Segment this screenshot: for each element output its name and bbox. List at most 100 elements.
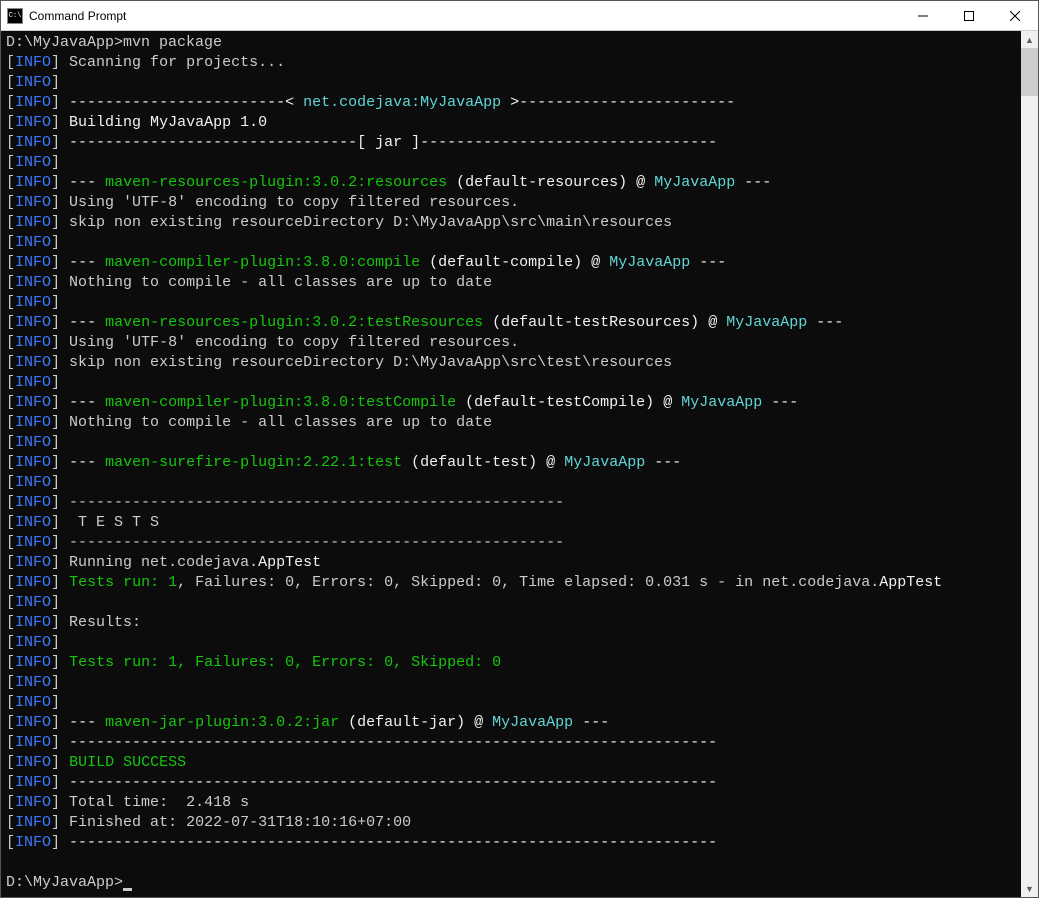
plugin: maven-compiler-plugin:3.8.0:testCompile xyxy=(105,394,456,411)
info-tag: INFO xyxy=(15,94,51,111)
rule: ----------------------------------------… xyxy=(60,834,717,851)
info-tag: INFO xyxy=(15,794,51,811)
info-tag: INFO xyxy=(15,314,51,331)
goal: (default-resources) xyxy=(447,174,627,191)
prompt-path: D:\MyJavaApp> xyxy=(6,34,123,51)
prompt-path: D:\MyJavaApp> xyxy=(6,874,123,891)
window-title: Command Prompt xyxy=(29,9,126,23)
typed-command: mvn package xyxy=(123,34,222,51)
log-line: Scanning for projects... xyxy=(60,54,285,71)
info-tag: INFO xyxy=(15,614,51,631)
info-tag: INFO xyxy=(15,534,51,551)
app-name: MyJavaApp xyxy=(564,454,645,471)
maximize-button[interactable] xyxy=(946,1,992,31)
info-tag: INFO xyxy=(15,294,51,311)
info-tag: INFO xyxy=(15,134,51,151)
info-tag: INFO xyxy=(15,354,51,371)
log-line: Using 'UTF-8' encoding to copy filtered … xyxy=(60,334,519,351)
results-header: Results: xyxy=(60,614,141,631)
rule: ------------------------< xyxy=(60,94,303,111)
info-tag: INFO xyxy=(15,454,51,471)
app-name: MyJavaApp xyxy=(726,314,807,331)
goal: (default-jar) xyxy=(339,714,465,731)
goal: (default-testCompile) xyxy=(456,394,654,411)
goal: (default-testResources) xyxy=(483,314,699,331)
info-tag: INFO xyxy=(15,634,51,651)
log-line: Using 'UTF-8' encoding to copy filtered … xyxy=(60,194,519,211)
info-tag: INFO xyxy=(15,434,51,451)
terminal-output[interactable]: D:\MyJavaApp>mvn package [INFO] Scanning… xyxy=(1,31,1021,897)
test-class: AppTest xyxy=(258,554,321,571)
info-tag: INFO xyxy=(15,54,51,71)
cursor xyxy=(123,888,132,891)
info-tag: INFO xyxy=(15,654,51,671)
log-line: skip non existing resourceDirectory D:\M… xyxy=(60,354,672,371)
build-success: BUILD SUCCESS xyxy=(69,754,186,771)
info-tag: INFO xyxy=(15,814,51,831)
plugin: maven-resources-plugin:3.0.2:testResourc… xyxy=(105,314,483,331)
info-tag: INFO xyxy=(15,414,51,431)
info-tag: INFO xyxy=(15,474,51,491)
info-tag: INFO xyxy=(15,234,51,251)
test-result-line: , Failures: 0, Errors: 0, Skipped: 0, Ti… xyxy=(177,574,879,591)
cmd-icon: C:\ xyxy=(7,8,23,24)
close-button[interactable] xyxy=(992,1,1038,31)
info-tag: INFO xyxy=(15,594,51,611)
info-tag: INFO xyxy=(15,714,51,731)
tests-header: T E S T S xyxy=(60,514,159,531)
rule: ----------------------------------------… xyxy=(60,534,564,551)
info-tag: INFO xyxy=(15,154,51,171)
info-tag: INFO xyxy=(15,694,51,711)
build-line: Building MyJavaApp 1.0 xyxy=(60,114,267,131)
info-tag: INFO xyxy=(15,754,51,771)
log-line: Nothing to compile - all classes are up … xyxy=(60,274,492,291)
goal: (default-compile) xyxy=(420,254,582,271)
info-tag: INFO xyxy=(15,494,51,511)
rule: ----------------------------------------… xyxy=(60,734,717,751)
window-titlebar: C:\ Command Prompt xyxy=(1,1,1038,31)
info-tag: INFO xyxy=(15,514,51,531)
rule: ----------------------------------------… xyxy=(60,774,717,791)
scroll-up-icon[interactable]: ▲ xyxy=(1021,31,1038,48)
info-tag: INFO xyxy=(15,554,51,571)
info-tag: INFO xyxy=(15,274,51,291)
scroll-thumb[interactable] xyxy=(1021,48,1038,96)
artifact-id: net.codejava:MyJavaApp xyxy=(303,94,501,111)
app-name: MyJavaApp xyxy=(492,714,573,731)
rule: >------------------------ xyxy=(501,94,735,111)
plugin: maven-resources-plugin:3.0.2:resources xyxy=(105,174,447,191)
plugin: maven-jar-plugin:3.0.2:jar xyxy=(105,714,339,731)
running-test: Running net.codejava. xyxy=(60,554,258,571)
info-tag: INFO xyxy=(15,194,51,211)
rule: ----------------------------------------… xyxy=(60,494,564,511)
info-tag: INFO xyxy=(15,734,51,751)
app-name: MyJavaApp xyxy=(681,394,762,411)
total-time: Total time: 2.418 s xyxy=(60,794,249,811)
log-line: skip non existing resourceDirectory D:\M… xyxy=(60,214,672,231)
app-name: MyJavaApp xyxy=(654,174,735,191)
info-tag: INFO xyxy=(15,214,51,231)
info-tag: INFO xyxy=(15,394,51,411)
info-tag: INFO xyxy=(15,334,51,351)
info-tag: INFO xyxy=(15,674,51,691)
app-name: MyJavaApp xyxy=(609,254,690,271)
scroll-down-icon[interactable]: ▼ xyxy=(1021,880,1038,897)
info-tag: INFO xyxy=(15,74,51,91)
info-tag: INFO xyxy=(15,174,51,191)
plugin: maven-surefire-plugin:2.22.1:test xyxy=(105,454,402,471)
test-class: AppTest xyxy=(879,574,942,591)
tests-summary: Tests run: 1, Failures: 0, Errors: 0, Sk… xyxy=(69,654,501,671)
plugin: maven-compiler-plugin:3.8.0:compile xyxy=(105,254,420,271)
rule: --------------------------------[ jar ]-… xyxy=(60,134,717,151)
vertical-scrollbar[interactable]: ▲ ▼ xyxy=(1021,31,1038,897)
info-tag: INFO xyxy=(15,774,51,791)
tests-run-count: Tests run: 1 xyxy=(69,574,177,591)
info-tag: INFO xyxy=(15,374,51,391)
log-line: Nothing to compile - all classes are up … xyxy=(60,414,492,431)
info-tag: INFO xyxy=(15,834,51,851)
info-tag: INFO xyxy=(15,574,51,591)
finished-at: Finished at: 2022-07-31T18:10:16+07:00 xyxy=(60,814,411,831)
info-tag: INFO xyxy=(15,114,51,131)
minimize-button[interactable] xyxy=(900,1,946,31)
goal: (default-test) xyxy=(402,454,537,471)
